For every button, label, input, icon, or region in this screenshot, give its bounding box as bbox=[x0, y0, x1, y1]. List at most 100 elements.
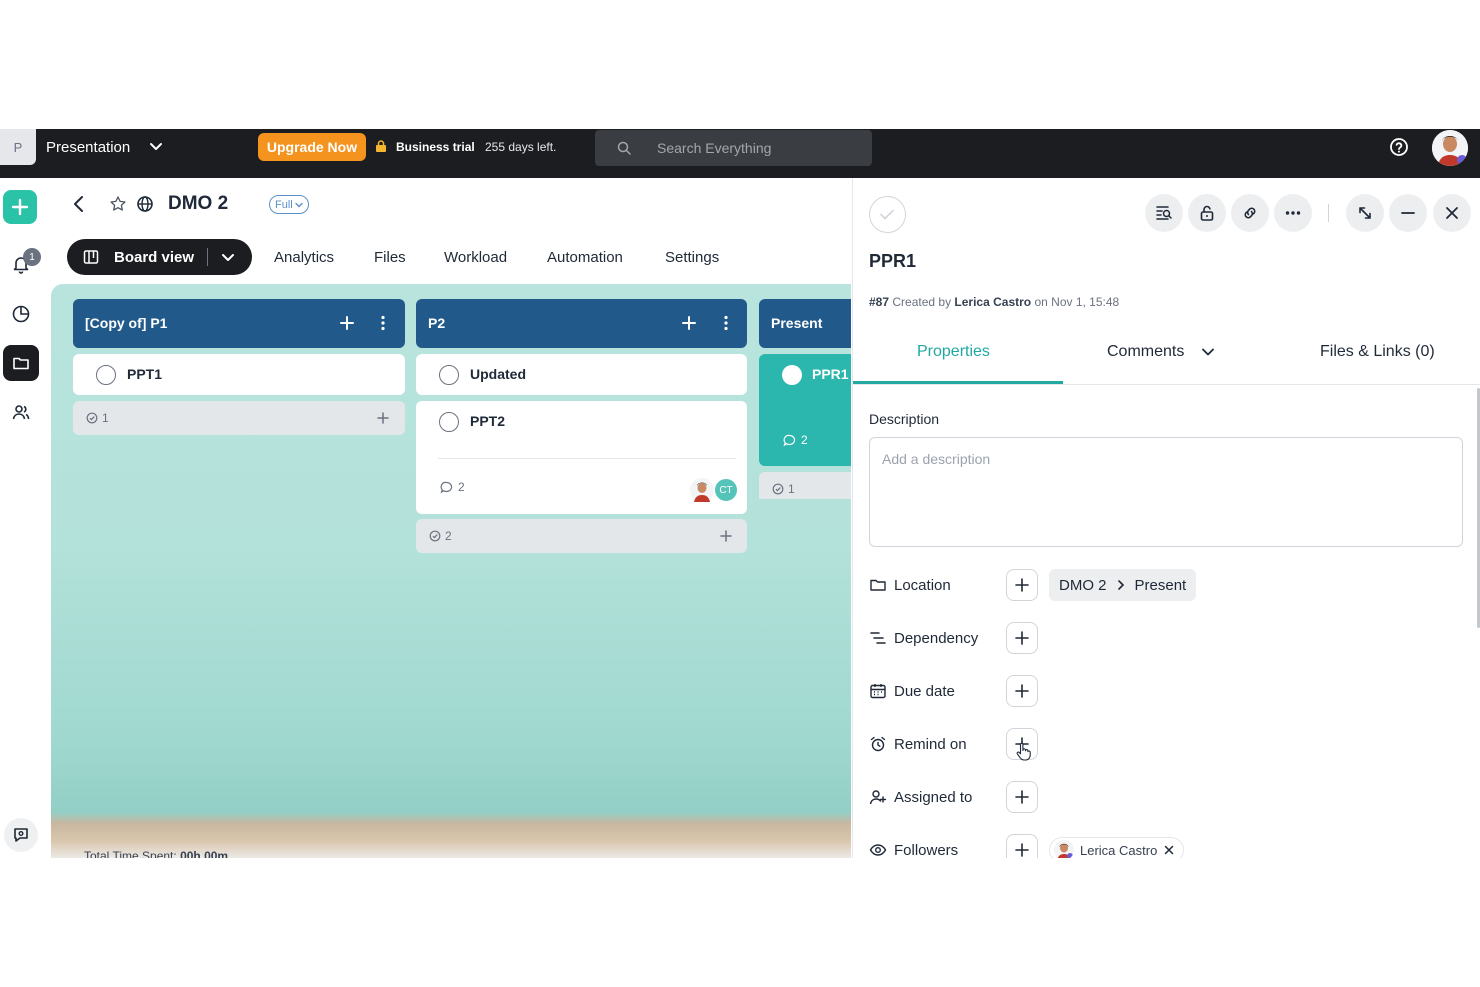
create-button[interactable] bbox=[3, 190, 37, 224]
top-bar: P Presentation Upgrade Now Business tria… bbox=[0, 129, 1480, 178]
task-card[interactable]: PPT2 2 CT bbox=[416, 401, 747, 514]
user-avatar[interactable] bbox=[1432, 130, 1468, 166]
help-icon[interactable] bbox=[1389, 137, 1409, 157]
workspace-name[interactable]: Presentation bbox=[46, 139, 130, 156]
description-input[interactable] bbox=[869, 437, 1463, 547]
users-icon bbox=[12, 405, 30, 420]
property-label: Followers bbox=[894, 842, 959, 858]
task-title[interactable]: PPR1 bbox=[869, 251, 916, 272]
tab-files[interactable]: Files bbox=[374, 249, 406, 266]
comment-count[interactable]: 2 bbox=[783, 433, 808, 447]
pie-chart-icon bbox=[12, 305, 30, 323]
copy-link-button[interactable] bbox=[1231, 194, 1269, 232]
board-view-icon bbox=[83, 250, 99, 264]
creator-name[interactable]: Lerica Castro bbox=[954, 295, 1031, 309]
tab-workload[interactable]: Workload bbox=[444, 249, 507, 266]
tab-automation[interactable]: Automation bbox=[547, 249, 623, 266]
access-level-dropdown[interactable]: Full bbox=[269, 195, 309, 214]
notifications-button[interactable]: 1 bbox=[3, 246, 41, 282]
card-title: Updated bbox=[470, 366, 526, 382]
toolbar-divider bbox=[1328, 204, 1329, 222]
dashboard-button[interactable] bbox=[3, 296, 39, 332]
task-card-selected[interactable]: PPR1 2 bbox=[759, 354, 851, 466]
tab-comments[interactable]: Comments bbox=[1107, 343, 1216, 361]
lock-button[interactable] bbox=[1188, 194, 1226, 232]
column-header[interactable]: Present bbox=[759, 299, 851, 348]
task-count: 2 bbox=[429, 529, 452, 543]
remove-icon[interactable] bbox=[1163, 844, 1175, 856]
assignee-avatar[interactable] bbox=[690, 478, 714, 502]
location-path[interactable]: DMO 2 Present bbox=[1049, 569, 1197, 601]
tab-settings[interactable]: Settings bbox=[665, 249, 719, 266]
minimize-button[interactable] bbox=[1389, 194, 1427, 232]
plus-icon bbox=[1015, 631, 1029, 645]
alarm-clock-icon bbox=[870, 736, 886, 752]
chevron-down-icon[interactable] bbox=[219, 248, 237, 266]
chevron-right-icon bbox=[1117, 580, 1124, 590]
complete-checkbox[interactable] bbox=[782, 365, 802, 385]
search-bar[interactable] bbox=[595, 130, 872, 166]
check-circle-icon bbox=[86, 412, 98, 424]
expand-button[interactable] bbox=[1346, 194, 1384, 232]
upgrade-button[interactable]: Upgrade Now bbox=[258, 133, 366, 161]
more-vertical-icon[interactable] bbox=[716, 313, 736, 333]
plus-icon bbox=[1015, 578, 1029, 592]
support-button[interactable] bbox=[4, 818, 38, 852]
follower-chip[interactable]: Lerica Castro bbox=[1049, 837, 1185, 858]
property-dependency: Dependency bbox=[869, 622, 1469, 654]
add-dependency-button[interactable] bbox=[1006, 622, 1038, 654]
board-title: DMO 2 bbox=[168, 193, 229, 214]
chevron-down-icon bbox=[295, 202, 303, 207]
add-follower-button[interactable] bbox=[1006, 834, 1038, 858]
plus-icon[interactable] bbox=[374, 409, 392, 427]
check-circle-icon bbox=[429, 530, 441, 542]
task-card[interactable]: Updated bbox=[416, 354, 747, 395]
property-followers: Followers Lerica Castro bbox=[869, 834, 1469, 858]
add-location-button[interactable] bbox=[1006, 569, 1038, 601]
star-icon[interactable] bbox=[109, 195, 127, 213]
assignee-initials-avatar[interactable]: CT bbox=[714, 478, 738, 502]
property-label: Location bbox=[894, 577, 951, 594]
workspace-logo[interactable]: P bbox=[0, 129, 36, 165]
location-board: DMO 2 bbox=[1059, 576, 1107, 594]
search-input[interactable] bbox=[657, 138, 857, 158]
add-due-date-button[interactable] bbox=[1006, 675, 1038, 707]
chevron-down-icon[interactable] bbox=[1200, 344, 1216, 360]
people-button[interactable] bbox=[3, 394, 39, 430]
add-card-icon[interactable] bbox=[337, 313, 357, 333]
complete-checkbox[interactable] bbox=[439, 412, 459, 432]
add-card-icon[interactable] bbox=[679, 313, 699, 333]
tab-analytics[interactable]: Analytics bbox=[274, 249, 334, 266]
close-button[interactable] bbox=[1433, 194, 1471, 232]
column-title: [Copy of] P1 bbox=[85, 315, 168, 331]
mark-complete-button[interactable] bbox=[869, 196, 906, 233]
comment-count[interactable]: 2 bbox=[440, 480, 465, 494]
chevron-down-icon[interactable] bbox=[146, 137, 166, 157]
calendar-icon bbox=[870, 684, 886, 699]
tab-properties[interactable]: Properties bbox=[917, 343, 990, 361]
property-label: Remind on bbox=[894, 736, 967, 753]
comment-icon bbox=[440, 481, 453, 493]
more-options-button[interactable] bbox=[1274, 194, 1312, 232]
task-card[interactable]: PPT1 bbox=[73, 354, 405, 395]
more-vertical-icon[interactable] bbox=[373, 313, 393, 333]
back-arrow-icon[interactable] bbox=[69, 193, 89, 215]
chat-support-icon bbox=[14, 828, 28, 842]
plus-icon[interactable] bbox=[717, 527, 735, 545]
complete-checkbox[interactable] bbox=[96, 365, 116, 385]
tab-files-links[interactable]: Files & Links (0) bbox=[1320, 343, 1435, 361]
projects-button[interactable] bbox=[3, 345, 39, 381]
column-header[interactable]: P2 bbox=[416, 299, 747, 348]
details-search-button[interactable] bbox=[1145, 194, 1183, 232]
lock-icon bbox=[376, 140, 386, 152]
board-view-button[interactable]: Board view bbox=[67, 239, 252, 275]
column-header[interactable]: [Copy of] P1 bbox=[73, 299, 405, 348]
add-assignee-button[interactable] bbox=[1006, 781, 1038, 813]
property-label: Dependency bbox=[894, 630, 979, 647]
left-rail: 1 bbox=[0, 178, 42, 858]
avatar-photo bbox=[1054, 840, 1074, 858]
complete-checkbox[interactable] bbox=[439, 365, 459, 385]
card-title: PPT1 bbox=[127, 366, 163, 382]
expand-icon bbox=[1359, 207, 1371, 219]
folder-icon bbox=[13, 357, 29, 370]
